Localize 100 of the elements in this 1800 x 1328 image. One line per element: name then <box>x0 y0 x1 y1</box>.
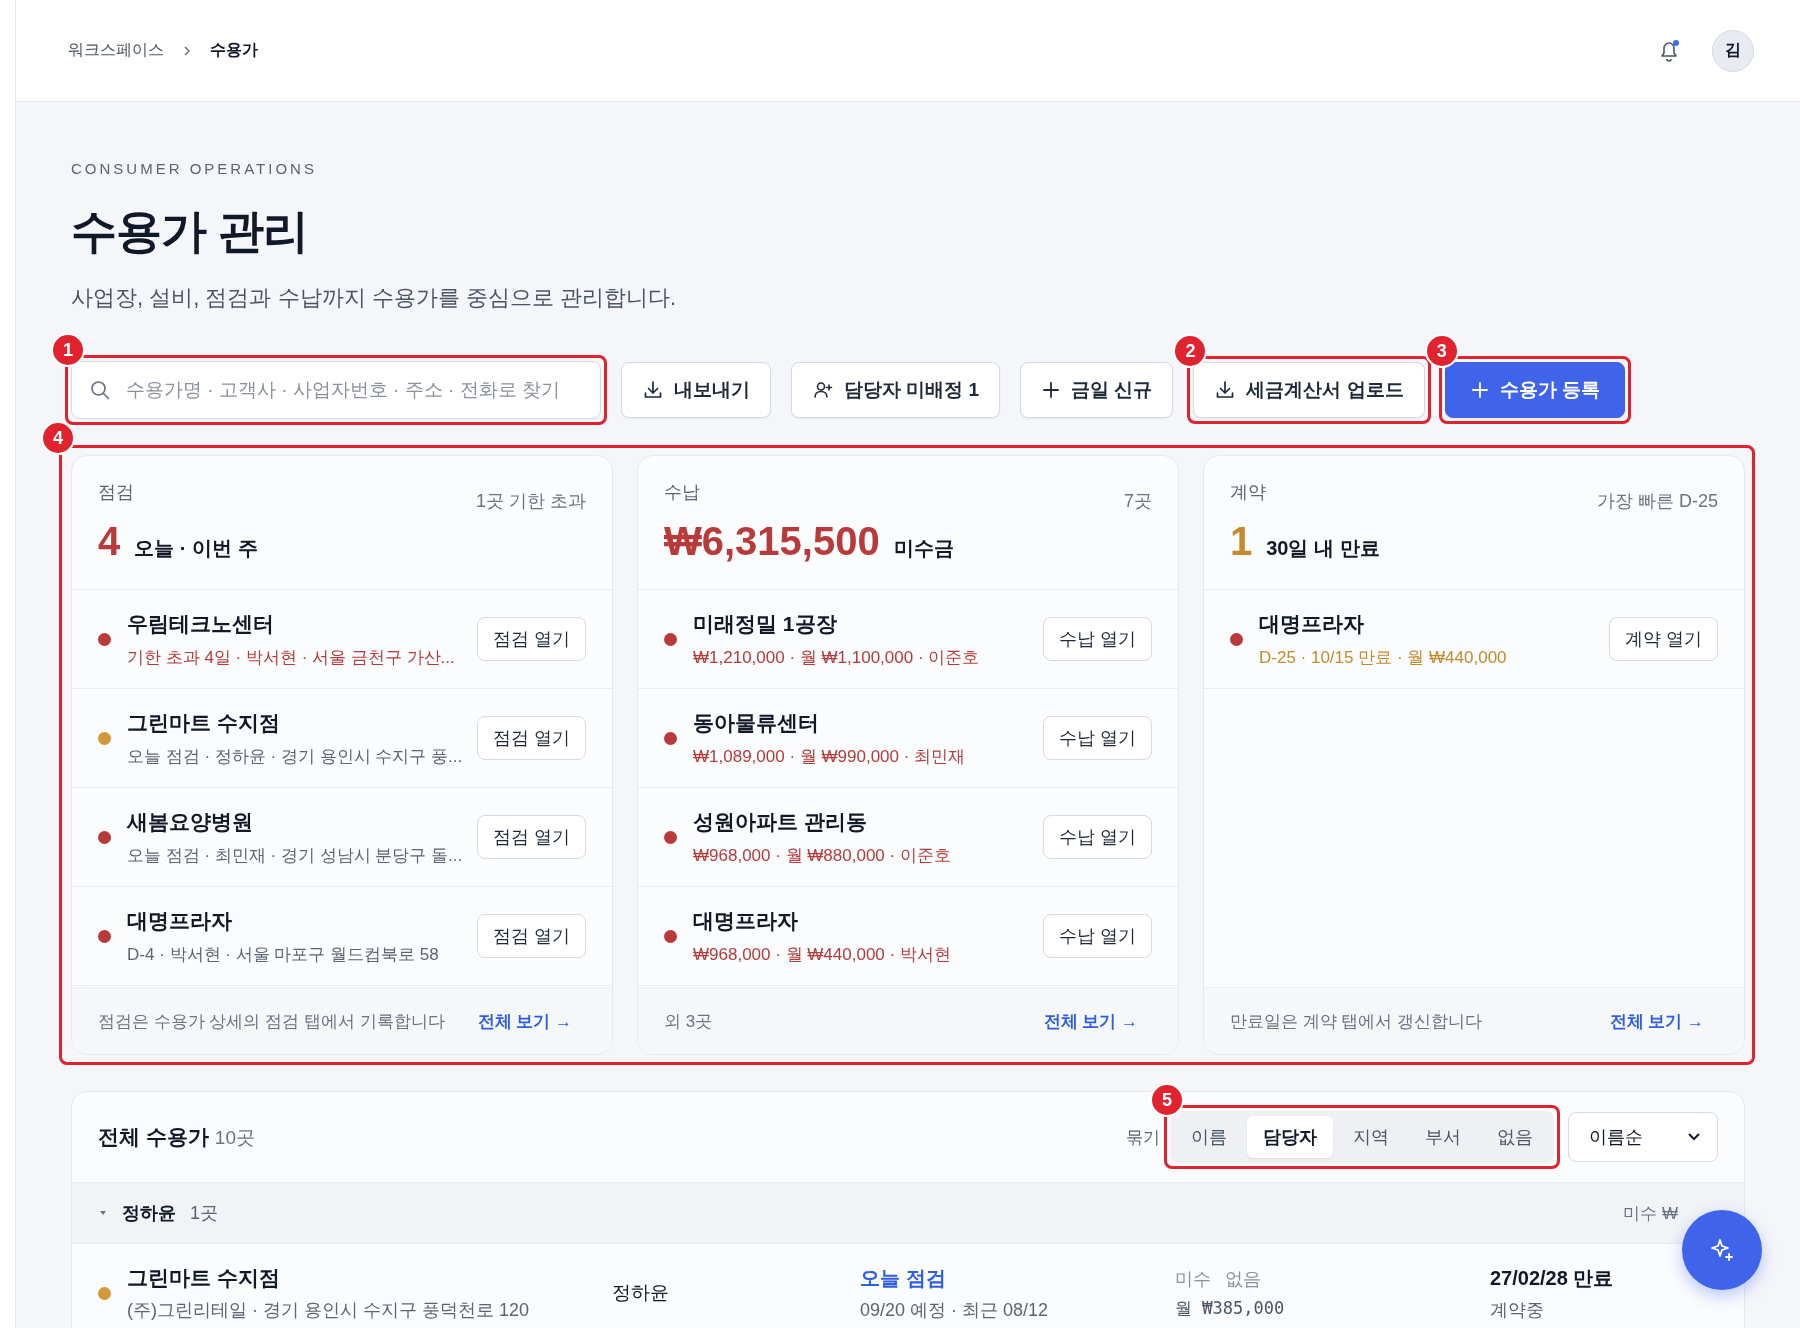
group-by-option[interactable]: 이름 <box>1175 1116 1243 1158</box>
consumer-name: 그린마트 수지점 <box>127 1265 281 1291</box>
list-item[interactable]: 성원아파트 관리동 ₩968,000 · 월 ₩880,000 · 이준호 수납 열기 <box>638 788 1178 887</box>
group-summary: 미수 ₩ <box>1623 1202 1678 1225</box>
list-item[interactable]: 미래정밀 1공장 ₩1,210,000 · 월 ₩1,100,000 · 이준호 수납 열기 <box>638 590 1178 689</box>
group-name: 정하윤 <box>122 1202 176 1225</box>
group-by-option[interactable]: 담당자 <box>1247 1116 1333 1158</box>
item-detail: ₩1,210,000 · 월 ₩1,100,000 · 이준호 <box>693 646 981 669</box>
group-by-option[interactable]: 지역 <box>1337 1116 1405 1158</box>
manager-cell-text: 정하윤 <box>612 1281 670 1305</box>
list-item[interactable]: 대명프라자 D-4 · 박서현 · 서울 마포구 월드컵북로 58 점검 열기 <box>72 887 612 986</box>
item-detail: ₩968,000 · 월 ₩880,000 · 이준호 <box>693 844 952 867</box>
plus-icon <box>1469 380 1490 400</box>
download-icon <box>642 379 664 401</box>
card-label: 점검 <box>98 481 134 504</box>
annotation-badge: 2 <box>1173 334 1208 368</box>
open-button[interactable]: 점검 열기 <box>477 716 586 760</box>
open-button[interactable]: 점검 열기 <box>477 815 586 859</box>
user-plus-icon <box>812 379 834 401</box>
page-subtitle: 사업장, 설비, 점검과 수납까지 수용가를 중심으로 관리합니다. <box>71 284 677 312</box>
group-header[interactable]: 정하윤 1곳 미수 ₩ <box>72 1182 1744 1244</box>
group-by-label: 묶기 <box>1126 1126 1160 1149</box>
group-by-option[interactable]: 없음 <box>1481 1116 1549 1158</box>
section-eyebrow: CONSUMER OPERATIONS <box>71 160 318 177</box>
page-title: 수용가 관리 <box>71 204 309 259</box>
annotation-badge: 5 <box>1150 1083 1184 1117</box>
inspection-status: 오늘 점검 <box>860 1265 947 1291</box>
item-name: 동아물류센터 <box>693 709 820 736</box>
list-item[interactable]: 우림테크노센터 기한 초과 4일 · 박서현 · 서울 금천구 가산... 점검 열기 <box>72 590 612 689</box>
open-button[interactable]: 계약 열기 <box>1609 617 1718 661</box>
item-name: 대명프라자 <box>693 907 799 934</box>
open-button[interactable]: 점검 열기 <box>477 914 586 958</box>
item-name: 그린마트 수지점 <box>127 709 281 736</box>
annotation-badge: 3 <box>1424 334 1459 368</box>
item-detail: 기한 초과 4일 · 박서현 · 서울 금천구 가산... <box>127 646 456 669</box>
toolbar-button[interactable]: 내보내기 <box>621 362 771 418</box>
chevron-down-icon <box>1687 1132 1701 1142</box>
card-footer-note: 만료일은 계약 탭에서 갱신합니다 <box>1230 1010 1483 1033</box>
item-name: 우림테크노센터 <box>127 610 275 637</box>
due-value: 없음 <box>1225 1267 1261 1291</box>
item-name: 새봄요양병원 <box>127 808 254 835</box>
breadcrumb-link[interactable]: 수용가 <box>210 40 258 61</box>
list-item[interactable]: 대명프라자 D-25 · 10/15 만료 · 월 ₩440,000 계약 열기 <box>1204 590 1744 689</box>
table-row[interactable]: 그린마트 수지점 (주)그린리테일 · 경기 용인시 수지구 풍덕천로 120 정하윤 오늘 점검 09/20 예정 · 최근 08/12 미수 없음 월 ₩385,000 27/02/28 만료 계약중 <box>72 1244 1672 1328</box>
annotation-badge: 1 <box>51 333 85 367</box>
card-meta: 7곳 <box>1124 490 1152 513</box>
inspection-schedule: 09/20 예정 · 최근 08/12 <box>860 1298 1050 1322</box>
card-footer-note: 점검은 수용가 상세의 점검 탭에서 기록합니다 <box>98 1010 445 1033</box>
toolbar-button[interactable]: 금일 신규 <box>1020 362 1174 418</box>
search-icon <box>89 379 111 401</box>
group-by-option[interactable]: 부서 <box>1409 1116 1477 1158</box>
open-button[interactable]: 수납 열기 <box>1043 914 1152 958</box>
card-footer-note: 외 3곳 <box>664 1010 713 1033</box>
annotation-badge: 4 <box>41 421 75 455</box>
item-detail: D-4 · 박서현 · 서울 마포구 월드컵북로 58 <box>127 943 440 966</box>
card-meta: 1곳 기한 초과 <box>476 490 586 513</box>
contract-state: 계약중 <box>1490 1298 1545 1322</box>
card-value: 1 <box>1230 519 1253 564</box>
view-all-link[interactable]: 전체 보기 → <box>477 1009 572 1033</box>
card-value: 4 <box>98 519 121 564</box>
list-item[interactable]: 그린마트 수지점 오늘 점검 · 정하윤 · 경기 용인시 수지구 풍... 점검 열기 <box>72 689 612 788</box>
sort-dropdown[interactable]: 이름순 <box>1568 1112 1718 1162</box>
item-name: 성원아파트 관리동 <box>693 808 868 835</box>
view-all-link[interactable]: 전체 보기 → <box>1609 1009 1704 1033</box>
open-button[interactable]: 수납 열기 <box>1043 617 1152 661</box>
list-title: 전체 수용가 <box>98 1124 209 1150</box>
toolbar-button[interactable]: 담당자 미배정 1 <box>791 362 1001 418</box>
contract-expiry: 27/02/28 만료 <box>1490 1265 1615 1291</box>
search-field[interactable]: 수용가명 · 고객사 · 사업자번호 · 주소 · 전화로 찾기 <box>71 361 601 419</box>
chevron-icon <box>182 44 192 57</box>
open-button[interactable]: 수납 열기 <box>1043 716 1152 760</box>
card-value: ₩6,315,500 <box>664 519 880 564</box>
user-avatar[interactable]: 김 <box>1712 29 1754 72</box>
list-item[interactable]: 동아물류센터 ₩1,089,000 · 월 ₩990,000 · 최민재 수납 열기 <box>638 689 1178 788</box>
list-item[interactable]: 새봄요양병원 오늘 점검 · 최민재 · 경기 성남시 분당구 돌... 점검 열기 <box>72 788 612 887</box>
card-meta: 가장 빠른 D-25 <box>1596 490 1718 513</box>
card-value-caption: 30일 내 만료 <box>1266 536 1380 561</box>
item-detail: D-25 · 10/15 만료 · 월 ₩440,000 <box>1259 646 1508 669</box>
toolbar-button[interactable]: 수용가 등록 <box>1444 362 1625 418</box>
group-count: 1곳 <box>190 1202 218 1225</box>
item-detail: ₩968,000 · 월 ₩440,000 · 박서현 <box>693 943 952 966</box>
open-button[interactable]: 수납 열기 <box>1043 815 1152 859</box>
monthly-fee: 월 ₩385,000 <box>1175 1296 1286 1320</box>
item-name: 대명프라자 <box>1259 610 1365 637</box>
plus-icon <box>1041 380 1062 400</box>
list-count: 10곳 <box>214 1126 255 1150</box>
item-name: 대명프라자 <box>127 907 233 934</box>
breadcrumb-link[interactable]: 워크스페이스 <box>68 40 164 61</box>
card-label: 계약 <box>1230 481 1266 504</box>
card-value-caption: 미수금 <box>893 536 954 561</box>
toolbar-button[interactable]: 세금계산서 업로드 <box>1193 362 1425 418</box>
card-value-caption: 오늘 · 이번 주 <box>134 536 258 561</box>
view-all-link[interactable]: 전체 보기 → <box>1043 1009 1138 1033</box>
list-item[interactable]: 대명프라자 ₩968,000 · 월 ₩440,000 · 박서현 수납 열기 <box>638 887 1178 986</box>
consumer-address: (주)그린리테일 · 경기 용인시 수지구 풍덕천로 120 <box>127 1299 530 1322</box>
open-button[interactable]: 점검 열기 <box>477 617 586 661</box>
item-detail: 오늘 점검 · 최민재 · 경기 성남시 분당구 돌... <box>127 844 461 867</box>
item-detail: 오늘 점검 · 정하윤 · 경기 용인시 수지구 풍... <box>127 745 461 768</box>
due-label: 미수 <box>1175 1267 1211 1291</box>
card-label: 수납 <box>664 481 700 504</box>
